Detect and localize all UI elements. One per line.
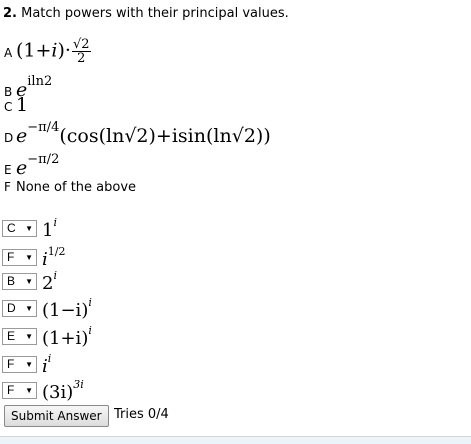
chevron-down-icon: ▼ (25, 303, 33, 313)
answer-select-5[interactable]: E ▼ (2, 327, 37, 345)
match-row-1: C ▼ 1i (2, 215, 57, 241)
power-expression: 2i (42, 268, 57, 294)
chevron-down-icon: ▼ (25, 331, 33, 341)
choice-a-expression: (1+i)· √2 2 (16, 37, 91, 66)
fraction: √2 2 (71, 37, 91, 66)
tries-counter: Tries 0/4 (114, 407, 169, 422)
match-row-5: E ▼ (1+i)i (2, 323, 92, 349)
choice-letter: A (4, 45, 13, 60)
choice-letter: F (4, 180, 11, 194)
match-row-2: F ▼ i1/2 (2, 244, 66, 270)
match-row-6: F ▼ ii (2, 351, 52, 377)
chevron-down-icon: ▼ (25, 385, 33, 395)
question-number: 2. (3, 6, 17, 21)
question-text: Match powers with their principal values… (21, 6, 289, 21)
chevron-down-icon: ▼ (25, 276, 33, 286)
power-expression: 1i (42, 215, 57, 241)
answer-select-2[interactable]: F ▼ (2, 248, 37, 266)
chevron-down-icon: ▼ (25, 252, 33, 262)
choice-f-text: None of the above (16, 180, 137, 195)
question-prompt: 2. Match powers with their principal val… (3, 6, 289, 21)
choice-letter: E (4, 163, 12, 177)
power-expression: i1/2 (42, 244, 66, 270)
answer-select-4[interactable]: D ▼ (2, 299, 37, 317)
choice-d: D e−π/4(cos(ln√2)+isin(ln√2)) (4, 120, 271, 147)
choice-a: A (1+i)· √2 2 (4, 38, 92, 65)
answer-select-1[interactable]: C ▼ (2, 219, 37, 237)
power-expression: (1−i)i (42, 295, 92, 321)
power-expression: (1+i)i (42, 323, 92, 349)
choice-c-expression: 1 (16, 94, 29, 116)
answer-select-7[interactable]: F ▼ (2, 381, 37, 399)
chevron-down-icon: ▼ (25, 359, 33, 369)
power-expression: ii (42, 351, 52, 377)
power-expression: (3i)3i (42, 377, 84, 403)
choice-f: F None of the above (4, 180, 136, 195)
choice-letter: C (4, 100, 13, 114)
choice-d-expression: e−π/4(cos(ln√2)+isin(ln√2)) (16, 120, 271, 147)
chevron-down-icon: ▼ (25, 223, 33, 233)
choice-e-expression: e−π/2 (16, 152, 60, 179)
match-row-7: F ▼ (3i)3i (2, 377, 84, 403)
choice-c: C 1 (4, 94, 28, 116)
match-row-4: D ▼ (1−i)i (2, 295, 92, 321)
choice-letter: D (4, 131, 14, 145)
answer-select-3[interactable]: B ▼ (2, 272, 37, 290)
choice-e: E e−π/2 (4, 152, 59, 179)
match-row-3: B ▼ 2i (2, 268, 57, 294)
submit-answer-button[interactable]: Submit Answer (4, 405, 109, 427)
answer-select-6[interactable]: F ▼ (2, 355, 37, 373)
